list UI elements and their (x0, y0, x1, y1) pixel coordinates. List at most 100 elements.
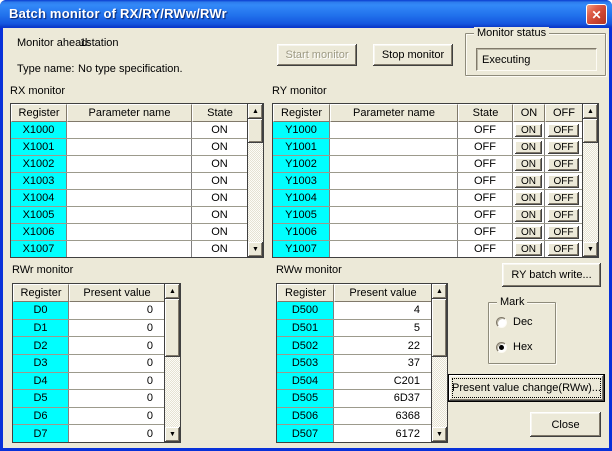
register-cell: Y1003 (273, 173, 330, 189)
rwr-table-row: D0 0 (13, 302, 164, 320)
register-cell: Y1004 (273, 190, 330, 206)
rww-vertical-scrollbar[interactable]: ▲ ▼ (431, 284, 447, 442)
ry-off-button[interactable]: OFF (548, 243, 579, 256)
state-cell: ON (192, 139, 247, 155)
rww-table-row: D504 C201 (277, 373, 431, 391)
ry-on-button[interactable]: ON (515, 175, 542, 188)
scroll-down-icon: ▼ (169, 431, 176, 438)
column-header-register: Register (11, 104, 67, 122)
ry-on-button[interactable]: ON (515, 226, 542, 239)
ry-table-row: Y1005 OFF ON OFF (273, 207, 582, 224)
register-cell: D503 (277, 355, 334, 372)
start-monitor-button[interactable]: Start monitor (277, 44, 357, 66)
column-header-register: Register (273, 104, 330, 122)
ry-off-button[interactable]: OFF (548, 192, 579, 205)
mark-group: Mark Dec Hex (488, 302, 556, 364)
scroll-up-button[interactable]: ▲ (432, 284, 447, 299)
register-cell: Y1002 (273, 156, 330, 172)
rx-vertical-scrollbar[interactable]: ▲ ▼ (247, 104, 263, 257)
scrollbar-track[interactable] (583, 119, 598, 242)
parameter-cell (330, 207, 458, 223)
rwr-table-row: D1 0 (13, 320, 164, 338)
scrollbar-track[interactable] (248, 119, 263, 242)
present-value-change-button[interactable]: Present value change(RWw)... (448, 374, 605, 402)
scroll-up-icon: ▲ (587, 108, 594, 115)
scrollbar-track[interactable] (165, 299, 180, 427)
rwr-monitor-label: RWr monitor (12, 264, 73, 276)
scroll-down-button[interactable]: ▼ (248, 242, 263, 257)
ry-vertical-scrollbar[interactable]: ▲ ▼ (582, 104, 598, 257)
scroll-up-button[interactable]: ▲ (248, 104, 263, 119)
ry-on-button[interactable]: ON (515, 158, 542, 171)
dialog-window: Batch monitor of RX/RY/RWw/RWr ✕ Monitor… (0, 0, 612, 451)
register-cell: D1 (13, 320, 69, 337)
register-cell: X1005 (11, 207, 67, 223)
ry-off-button[interactable]: OFF (548, 124, 579, 137)
ry-off-button[interactable]: OFF (548, 158, 579, 171)
ry-on-button[interactable]: ON (515, 243, 542, 256)
scrollbar-track[interactable] (432, 299, 447, 427)
scrollbar-thumb[interactable] (165, 299, 180, 357)
register-cell: D4 (13, 373, 69, 390)
ry-table-row: Y1001 OFF ON OFF (273, 139, 582, 156)
scrollbar-thumb[interactable] (248, 119, 263, 143)
parameter-cell (330, 156, 458, 172)
rwr-table-row: D5 0 (13, 390, 164, 408)
parameter-cell (67, 190, 192, 206)
register-cell: D0 (13, 302, 69, 319)
scroll-down-button[interactable]: ▼ (165, 427, 180, 442)
monitor-status-label: Monitor status (474, 27, 549, 39)
scroll-down-button[interactable]: ▼ (432, 427, 447, 442)
ry-table-row: Y1006 OFF ON OFF (273, 224, 582, 241)
monitor-status-field: Executing (476, 48, 597, 71)
ry-table-header: Register Parameter name State ON OFF (273, 104, 582, 122)
parameter-cell (330, 224, 458, 240)
ry-off-button[interactable]: OFF (548, 141, 579, 154)
parameter-cell (330, 190, 458, 206)
state-cell: OFF (458, 156, 513, 172)
ry-table-row: Y1007 OFF ON OFF (273, 241, 582, 257)
rx-table-header: Register Parameter name State (11, 104, 247, 122)
register-cell: D3 (13, 355, 69, 372)
scrollbar-thumb[interactable] (583, 119, 598, 143)
ry-off-button[interactable]: OFF (548, 175, 579, 188)
register-cell: D505 (277, 390, 334, 407)
register-cell: Y1007 (273, 241, 330, 257)
stop-monitor-button[interactable]: Stop monitor (373, 44, 453, 66)
close-button[interactable]: Close (530, 412, 601, 437)
ry-on-button[interactable]: ON (515, 141, 542, 154)
rwr-vertical-scrollbar[interactable]: ▲ ▼ (164, 284, 180, 442)
state-cell: OFF (458, 190, 513, 206)
ry-batch-write-button[interactable]: RY batch write... (502, 263, 601, 287)
ry-on-button[interactable]: ON (515, 124, 542, 137)
column-header-on: ON (513, 104, 545, 122)
type-name-label: Type name: (17, 63, 74, 75)
radio-hex[interactable]: Hex (496, 341, 533, 353)
radio-hex-label: Hex (513, 341, 533, 353)
rww-table-row: D507 6172 (277, 425, 431, 442)
scroll-up-icon: ▲ (252, 108, 259, 115)
rwr-table-row: D6 0 (13, 408, 164, 426)
radio-dec[interactable]: Dec (496, 316, 533, 328)
ry-table-row: Y1003 OFF ON OFF (273, 173, 582, 190)
scroll-up-button[interactable]: ▲ (583, 104, 598, 119)
scrollbar-thumb[interactable] (432, 299, 447, 357)
rx-table-row: X1007 ON (11, 241, 247, 257)
column-header-state: State (458, 104, 513, 122)
scroll-down-icon: ▼ (252, 246, 259, 253)
ry-off-button[interactable]: OFF (548, 226, 579, 239)
ry-on-button[interactable]: ON (515, 209, 542, 222)
scroll-down-button[interactable]: ▼ (583, 242, 598, 257)
state-cell: ON (192, 207, 247, 223)
present-value-cell: 5 (334, 320, 431, 337)
scroll-up-button[interactable]: ▲ (165, 284, 180, 299)
close-window-button[interactable]: ✕ (586, 4, 607, 25)
rx-table-row: X1005 ON (11, 207, 247, 224)
rww-table-row: D505 6D37 (277, 390, 431, 408)
present-value-cell: 0 (69, 390, 164, 407)
ry-on-button[interactable]: ON (515, 192, 542, 205)
state-cell: ON (192, 156, 247, 172)
ry-off-button[interactable]: OFF (548, 209, 579, 222)
monitor-status-group: Monitor status Executing (465, 33, 606, 76)
rx-table-row: X1006 ON (11, 224, 247, 241)
